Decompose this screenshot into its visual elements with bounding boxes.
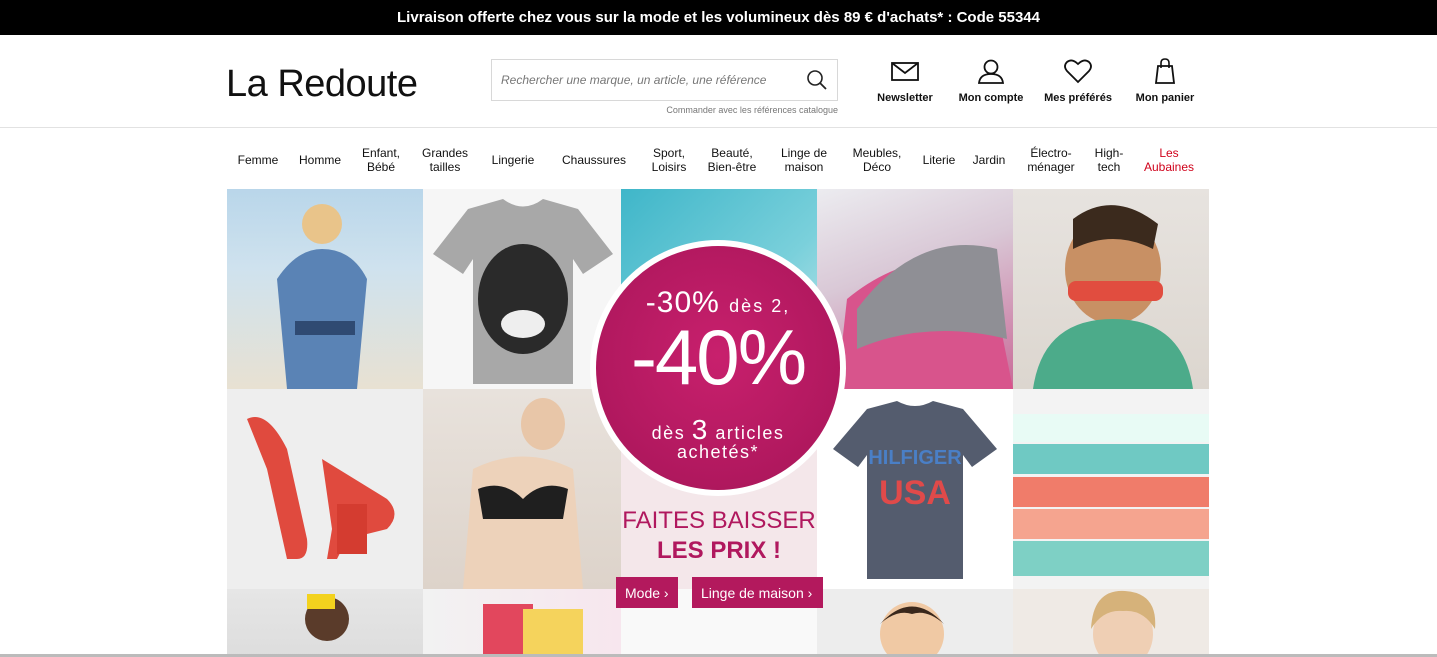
nav-beaute[interactable]: Beauté, Bien-être <box>703 140 761 180</box>
tile-baby[interactable] <box>817 589 1013 657</box>
nav-jardin[interactable]: Jardin <box>968 140 1010 180</box>
account-label: Mon compte <box>958 92 1024 104</box>
user-icon <box>977 59 1005 84</box>
nav-grandes-tailles[interactable]: Grandes tailles <box>415 140 475 180</box>
envelope-icon <box>891 62 919 81</box>
nav-literie[interactable]: Literie <box>918 140 960 180</box>
shopping-bag-icon <box>1154 58 1176 84</box>
search-box <box>491 59 838 101</box>
promo-headline-line2: LES PRIX ! <box>656 537 782 564</box>
tile-blonde-woman[interactable] <box>1013 589 1209 657</box>
tile-lingerie[interactable] <box>423 389 621 589</box>
newsletter-button[interactable]: Newsletter <box>865 58 945 104</box>
cart-label: Mon panier <box>1135 92 1195 104</box>
nav-femme[interactable]: Femme <box>232 140 284 180</box>
nav-homme[interactable]: Homme <box>294 140 346 180</box>
promo-headline-line1: FAITES BAISSER <box>622 507 816 534</box>
tile-cushions[interactable] <box>423 589 621 657</box>
cart-button[interactable]: Mon panier <box>1125 58 1205 104</box>
discount-line-4: achetés* <box>676 442 760 462</box>
tile-kid-icecream[interactable] <box>1013 189 1209 389</box>
discount-40-suffix: articles <box>715 423 785 443</box>
account-button[interactable]: Mon compte <box>951 58 1031 104</box>
tile-bed-linen-stack[interactable] <box>1013 389 1209 589</box>
nav-electromenager[interactable]: Électro- ménager <box>1021 140 1081 180</box>
favorites-label: Mes préférés <box>1044 92 1112 104</box>
svg-text:HILFIGER: HILFIGER <box>868 447 962 469</box>
tile-girl-camera[interactable] <box>227 589 423 657</box>
svg-text:USA: USA <box>879 474 951 512</box>
heart-icon <box>1064 59 1092 84</box>
nav-enfant-bebe[interactable]: Enfant, Bébé <box>356 140 406 180</box>
search-icon[interactable] <box>805 68 829 92</box>
nav-linge-maison[interactable]: Linge de maison <box>773 140 835 180</box>
tile-usa-tshirt[interactable]: HILFIGER USA <box>817 389 1013 589</box>
catalog-order-link[interactable]: Commander avec les références catalogue <box>491 105 838 115</box>
discount-40-prefix: dès <box>651 423 686 443</box>
nav-high-tech[interactable]: High- tech <box>1089 140 1129 180</box>
linge-maison-button[interactable]: Linge de maison › <box>692 577 823 608</box>
discount-40: -40% <box>630 313 807 401</box>
promo-headline: FAITES BAISSER LES PRIX ! <box>621 506 817 566</box>
nav-chaussures[interactable]: Chaussures <box>556 140 632 180</box>
newsletter-label: Newsletter <box>877 92 933 104</box>
tile-blue-dress[interactable] <box>227 189 423 389</box>
nav-lingerie[interactable]: Lingerie <box>484 140 542 180</box>
promo-bar[interactable]: Livraison offerte chez vous sur la mode … <box>0 0 1437 35</box>
mode-button[interactable]: Mode › <box>616 577 678 608</box>
main-nav: Femme Homme Enfant, Bébé Grandes tailles… <box>226 140 1210 180</box>
search-input[interactable] <box>492 60 792 100</box>
discount-40-count: 3 <box>691 414 709 445</box>
nav-meubles-deco[interactable]: Meubles, Déco <box>846 140 908 180</box>
site-logo[interactable]: La Redoute <box>226 63 418 106</box>
nav-sport-loisirs[interactable]: Sport, Loisirs <box>644 140 694 180</box>
promo-text: Livraison offerte chez vous sur la mode … <box>397 9 1040 26</box>
tile-floral-bedding[interactable] <box>817 189 1013 389</box>
promo-discount-circle[interactable]: -30% dès 2, -40% dès 3 articles achetés* <box>590 240 846 496</box>
promo-discount-badge: -30% dès 2, -40% dès 3 articles achetés* <box>596 246 840 490</box>
favorites-button[interactable]: Mes préférés <box>1038 58 1118 104</box>
nav-aubaines[interactable]: Les Aubaines <box>1138 140 1200 180</box>
tile-red-sandals[interactable] <box>227 389 423 589</box>
site-header: La Redoute Commander avec les références… <box>0 35 1437 128</box>
